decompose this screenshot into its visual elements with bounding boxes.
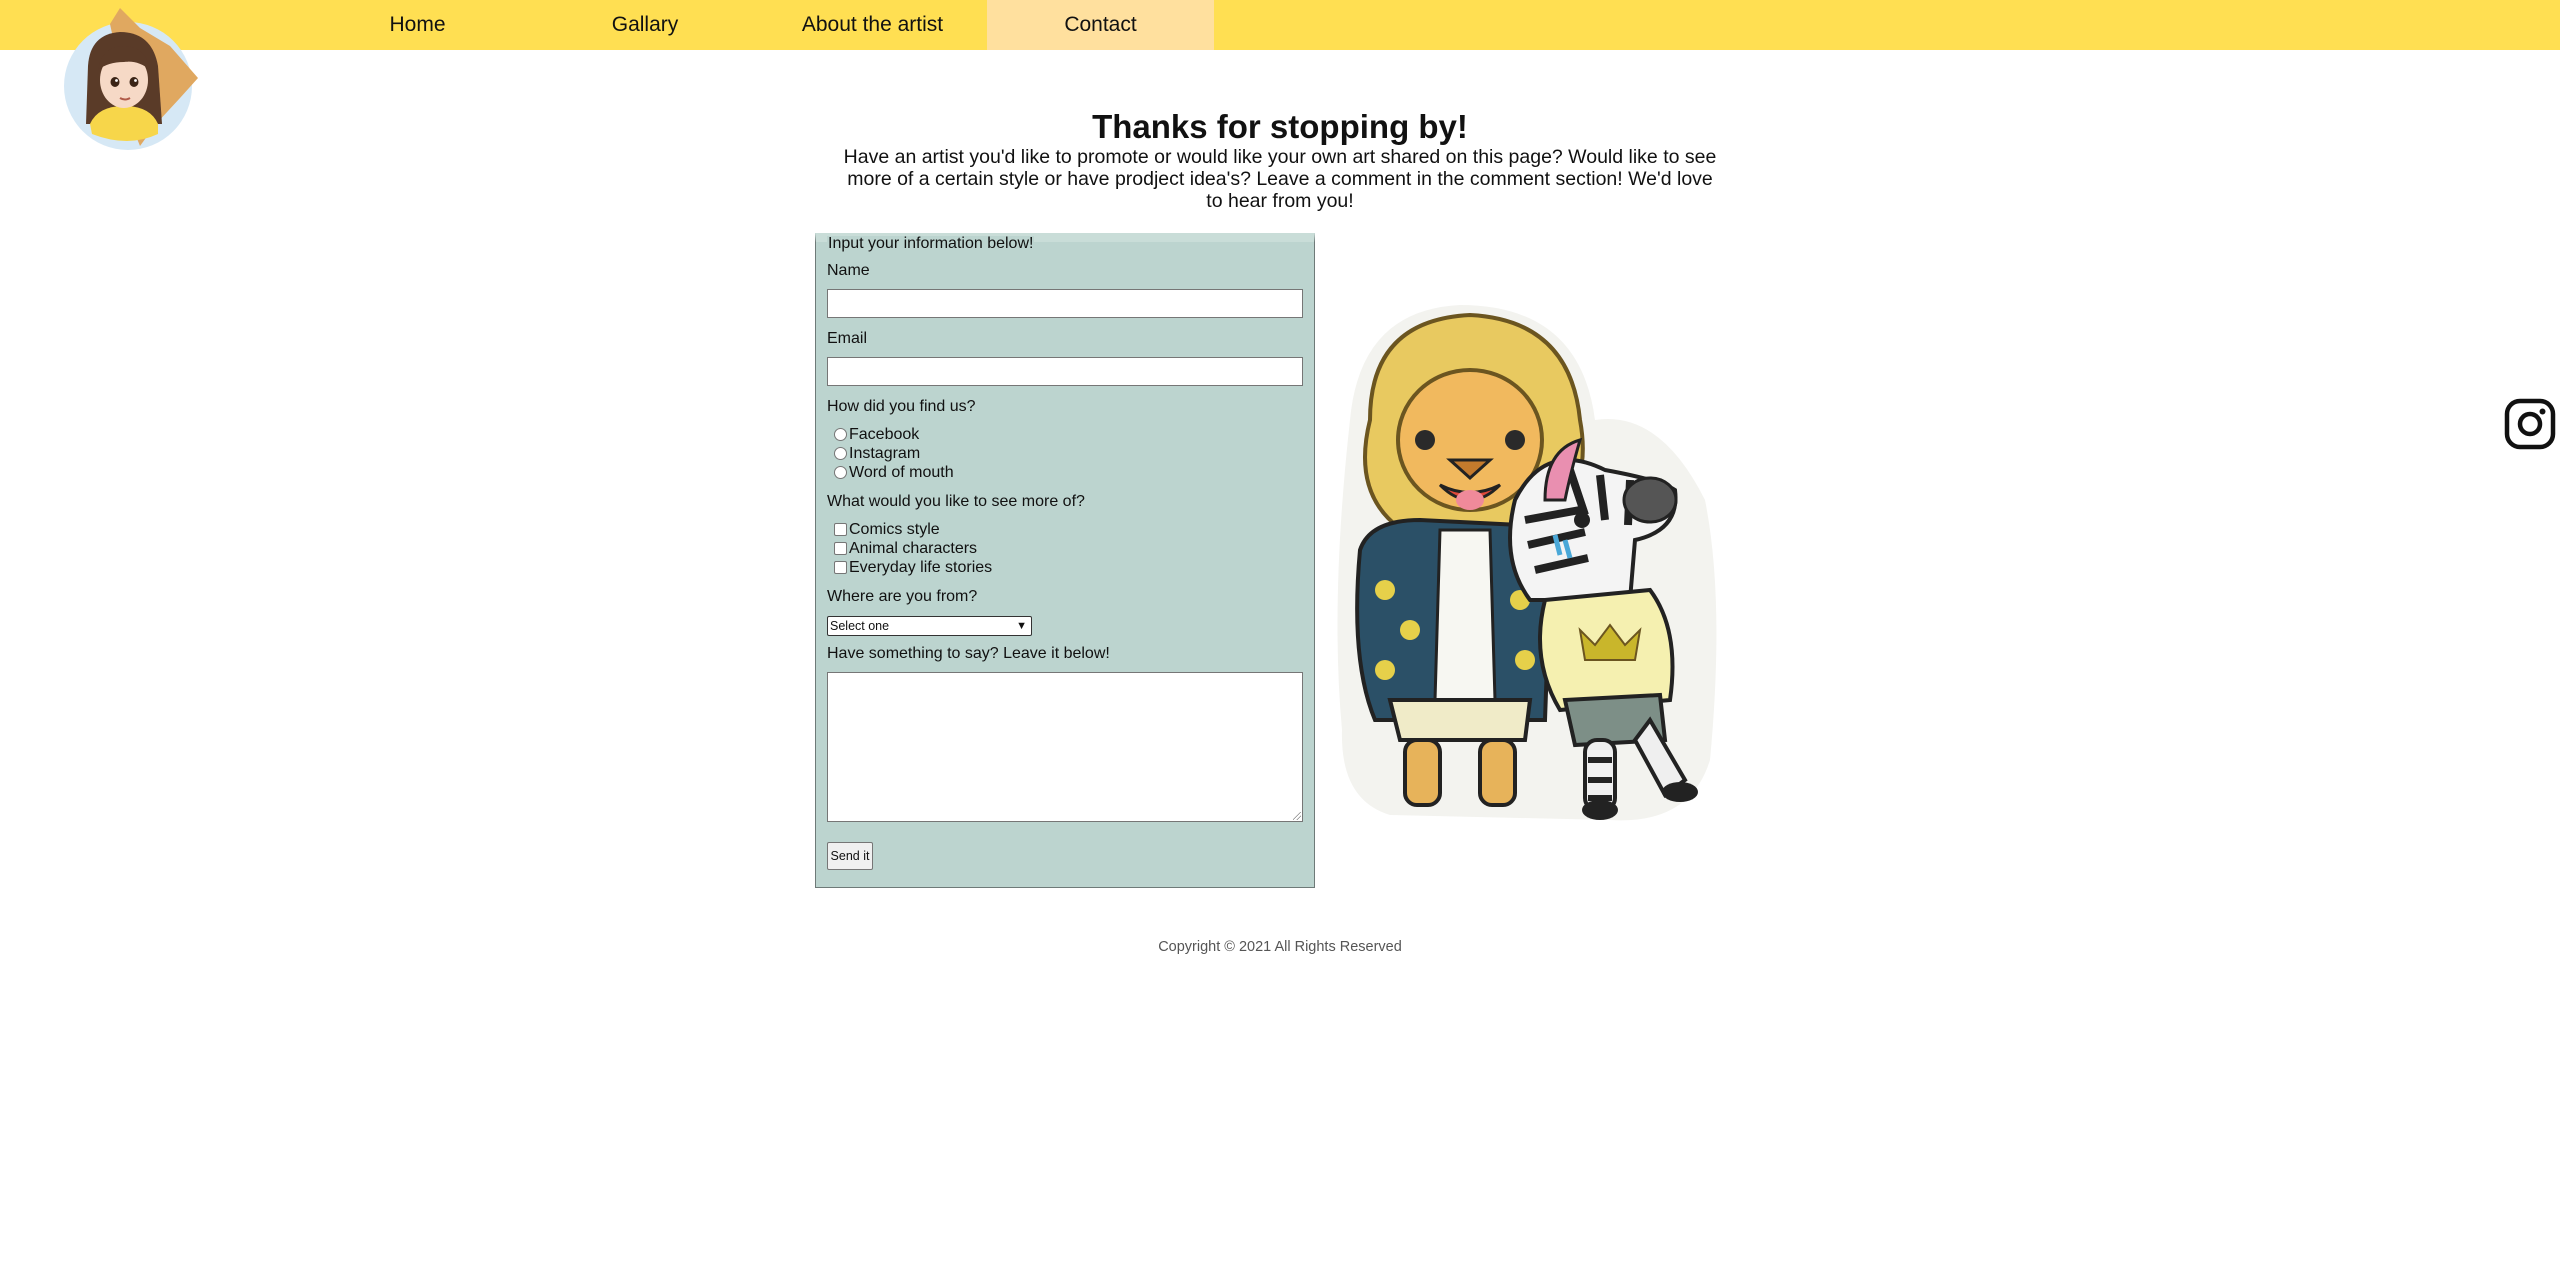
radio-label: Word of mouth: [849, 464, 954, 481]
checkbox-label: Everyday life stories: [849, 559, 993, 576]
email-label: Email: [827, 330, 868, 347]
checkbox-label: Animal characters: [849, 540, 978, 557]
radio-button[interactable]: [834, 447, 847, 460]
intro-text: Have an artist you'd like to promote or …: [843, 146, 1717, 212]
checkbox[interactable]: [834, 542, 847, 555]
page-title: Thanks for stopping by!: [1092, 108, 1468, 145]
lion-and-zebra-illustration: [1337, 305, 1717, 821]
select-value: Select one: [830, 619, 890, 633]
nav-contact[interactable]: Contact: [987, 0, 1214, 50]
contact-form: Input your information below! Name Email…: [815, 233, 1315, 888]
radio-label: Instagram: [849, 445, 921, 462]
checkbox[interactable]: [834, 523, 847, 536]
where-from-label: Where are you from?: [827, 588, 978, 605]
send-button[interactable]: Send it: [827, 842, 873, 870]
footer-copyright: Copyright © 2021 All Rights Reserved: [1158, 939, 1402, 955]
checkbox-option-comics[interactable]: Comics style: [834, 520, 940, 539]
see-more-label: What would you like to see more of?: [827, 493, 1085, 510]
comment-label: Have something to say? Leave it below!: [827, 645, 1110, 662]
checkbox[interactable]: [834, 561, 847, 574]
chevron-down-icon: ▼: [1016, 620, 1027, 632]
resize-handle-icon[interactable]: [1293, 812, 1301, 820]
top-nav: Home Gallary About the artist Contact: [0, 0, 2560, 50]
radio-option-instagram[interactable]: Instagram: [834, 444, 920, 463]
checkbox-label: Comics style: [849, 521, 940, 538]
checkbox-option-animal[interactable]: Animal characters: [834, 539, 977, 558]
radio-option-word-of-mouth[interactable]: Word of mouth: [834, 463, 954, 482]
email-field[interactable]: [827, 357, 1303, 386]
radio-label: Facebook: [849, 426, 920, 443]
radio-option-facebook[interactable]: Facebook: [834, 425, 919, 444]
nav-home[interactable]: Home: [345, 0, 490, 50]
comment-textarea[interactable]: [827, 672, 1303, 822]
form-legend: Input your information below!: [827, 235, 1035, 252]
radio-button[interactable]: [834, 466, 847, 479]
country-select[interactable]: Select one ▼: [827, 616, 1032, 636]
nav-about[interactable]: About the artist: [785, 0, 960, 50]
radio-button[interactable]: [834, 428, 847, 441]
checkbox-option-everyday[interactable]: Everyday life stories: [834, 558, 992, 577]
find-us-label: How did you find us?: [827, 398, 976, 415]
instagram-icon[interactable]: [2504, 398, 2556, 450]
nav-gallery[interactable]: Gallary: [575, 0, 715, 50]
name-field[interactable]: [827, 289, 1303, 318]
name-label: Name: [827, 262, 870, 279]
